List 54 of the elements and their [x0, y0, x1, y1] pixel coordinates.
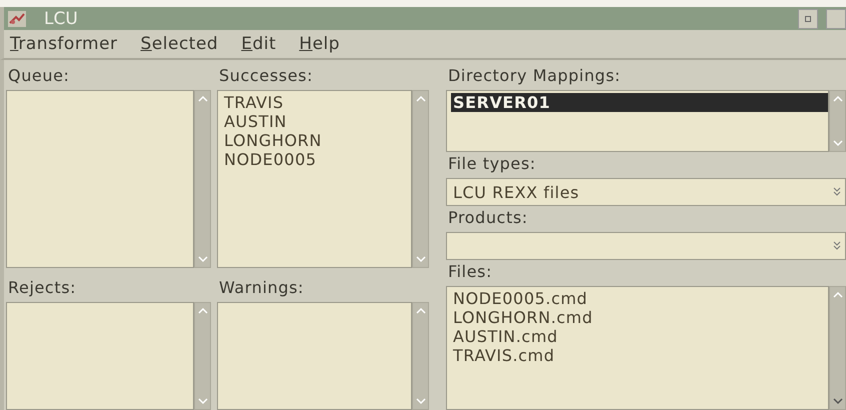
- list-box[interactable]: SERVER01: [446, 90, 829, 152]
- list-box[interactable]: [6, 90, 194, 268]
- scroll-down-icon[interactable]: [414, 254, 426, 264]
- list-item[interactable]: LONGHORN.cmd: [451, 308, 828, 327]
- list-box[interactable]: NODE0005.cmd LONGHORN.cmd AUSTIN.cmd TRAVIS.cmd: [446, 286, 829, 410]
- system-menu-icon[interactable]: [8, 10, 26, 26]
- list-label: Directory Mappings:: [447, 65, 622, 87]
- maximize-button[interactable]: [826, 8, 846, 28]
- list-box[interactable]: TRAVIS AUSTIN LONGHORN NODE0005: [217, 90, 412, 268]
- scroll-down-icon[interactable]: [832, 396, 844, 406]
- scroll-bar[interactable]: [829, 90, 846, 152]
- minimize-button[interactable]: [798, 8, 818, 28]
- list-item[interactable]: SERVER01: [451, 93, 828, 112]
- minimize-icon: [805, 16, 811, 22]
- scroll-down-icon[interactable]: [196, 254, 208, 264]
- scroll-bar[interactable]: [194, 302, 211, 410]
- window-title: LCU: [44, 8, 78, 28]
- scroll-bar[interactable]: [829, 286, 846, 410]
- menu-item[interactable]: Transformer: [10, 34, 118, 54]
- list-item[interactable]: LONGHORN: [222, 131, 411, 150]
- list-item[interactable]: NODE0005: [222, 150, 411, 169]
- list-item[interactable]: TRAVIS.cmd: [451, 346, 828, 365]
- list-label: Warnings:: [218, 277, 305, 299]
- file-types-dropdown[interactable]: LCU REXX files: [446, 178, 846, 206]
- list-item[interactable]: TRAVIS: [222, 93, 411, 112]
- list-box[interactable]: [217, 302, 412, 410]
- scroll-bar[interactable]: [412, 90, 429, 268]
- menu-item[interactable]: Selected: [140, 34, 218, 54]
- scroll-up-icon[interactable]: [414, 94, 426, 104]
- scroll-bar[interactable]: [194, 90, 211, 268]
- scroll-down-icon[interactable]: [414, 396, 426, 406]
- menu-item[interactable]: Help: [299, 34, 340, 54]
- list-label: Successes:: [218, 65, 314, 87]
- field-label: Products:: [447, 207, 529, 229]
- scroll-bar[interactable]: [412, 302, 429, 410]
- list-item[interactable]: AUSTIN: [222, 112, 411, 131]
- scroll-up-icon[interactable]: [832, 290, 844, 300]
- list-item[interactable]: AUSTIN.cmd: [451, 327, 828, 346]
- list-label: Files:: [447, 261, 494, 283]
- scroll-up-icon[interactable]: [832, 94, 844, 104]
- scroll-up-icon[interactable]: [196, 306, 208, 316]
- list-box[interactable]: [6, 302, 194, 410]
- list-item[interactable]: NODE0005.cmd: [451, 289, 828, 308]
- field-label: File types:: [447, 153, 537, 175]
- scroll-down-icon[interactable]: [196, 396, 208, 406]
- dropdown-icon[interactable]: [833, 241, 841, 251]
- scroll-up-icon[interactable]: [196, 94, 208, 104]
- menu-item[interactable]: Edit: [241, 34, 276, 54]
- products-dropdown[interactable]: [446, 232, 846, 260]
- list-label: Rejects:: [7, 277, 78, 299]
- scroll-up-icon[interactable]: [414, 306, 426, 316]
- list-label: Queue:: [7, 65, 71, 87]
- dropdown-icon[interactable]: [833, 187, 841, 197]
- scroll-down-icon[interactable]: [832, 138, 844, 148]
